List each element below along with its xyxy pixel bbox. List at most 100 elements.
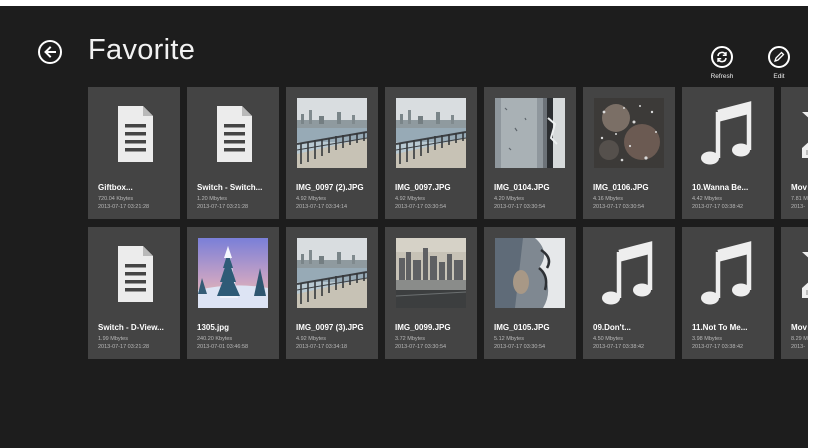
file-meta: 11.Not To Me... 3.98 Mbytes 2013-07-17 03:… [692,323,774,351]
file-date: 2013-07-17 03:38:42 [692,344,744,350]
refresh-icon [717,51,727,63]
photo-thumbnail [297,238,367,308]
file-date: 2013-07-01 03:46:58 [197,344,249,350]
file-tile[interactable]: IMG_0106.JPG 4.16 Mbytes 2013-07-17 03:30:… [583,87,675,219]
file-name: 10.Wanna Be... [692,183,749,192]
document-icon [99,98,169,168]
file-name: Mov [791,183,807,192]
file-meta: Switch - D-View... 1.99 Mbytes 2013-07-17 … [98,323,180,351]
file-tile[interactable]: IMG_0104.JPG 4.20 Mbytes 2013-07-17 03:30:… [484,87,576,219]
file-meta: Switch - Switch... 1.20 Mbytes 2013-07-17 … [197,183,279,211]
file-size: 720.04 Kbytes [98,196,134,202]
edit-button[interactable]: Edit [759,46,799,80]
file-name: IMG_0104.JPG [494,183,550,192]
file-meta: Mov 8.29 M 2013- [791,323,808,351]
file-size: 4.92 Mbytes [395,196,425,202]
refresh-button[interactable]: Refresh [702,46,742,80]
file-size: 5.12 Mbytes [494,336,524,342]
file-name: IMG_0097.JPG [395,183,451,192]
file-meta: IMG_0099.JPG 3.72 Mbytes 2013-07-17 03:30:… [395,323,477,351]
file-name: IMG_0097 (3).JPG [296,323,364,332]
file-name: Mov [791,323,807,332]
file-tile[interactable]: IMG_0105.JPG 5.12 Mbytes 2013-07-17 03:30:… [484,227,576,359]
back-arrow-icon [44,46,56,58]
file-tile[interactable]: Switch - D-View... 1.99 Mbytes 2013-07-17 … [88,227,180,359]
file-tile[interactable]: IMG_0097.JPG 4.92 Mbytes 2013-07-17 03:30:… [385,87,477,219]
file-size: 3.72 Mbytes [395,336,425,342]
file-date: 2013-07-17 03:34:18 [296,344,348,350]
file-date: 2013- [791,204,806,210]
back-button[interactable] [38,40,62,64]
file-date: 2013-07-17 03:30:54 [494,204,546,210]
file-date: 2013-07-17 03:30:54 [395,204,447,210]
file-date: 2013-07-17 03:30:54 [395,344,447,350]
photo-thumbnail [495,98,565,168]
file-size: 4.92 Mbytes [296,196,326,202]
file-size: 4.16 Mbytes [593,196,623,202]
file-name: Giftbox... [98,183,133,192]
file-date: 2013-07-17 03:38:42 [593,344,645,350]
file-date: 2013-07-17 03:21:28 [98,204,150,210]
file-size: 4.50 Mbytes [593,336,623,342]
file-name: IMG_0097 (2).JPG [296,183,364,192]
file-tile[interactable]: Mov 7.81 M 2013- [781,87,808,219]
file-meta: Mov 7.81 M 2013- [791,183,808,211]
file-tile[interactable]: 10.Wanna Be... 4.42 Mbytes 2013-07-17 03:3… [682,87,774,219]
file-name: 11.Not To Me... [692,323,748,332]
file-name: IMG_0106.JPG [593,183,649,192]
file-meta: IMG_0097 (2).JPG 4.92 Mbytes 2013-07-17 03… [296,183,378,211]
edit-label: Edit [773,73,785,80]
file-date: 2013- [791,344,806,350]
file-date: 2013-07-17 03:21:28 [98,344,150,350]
file-meta: 09.Don't... 4.50 Mbytes 2013-07-17 03:38:4… [593,323,675,351]
file-name: 1305.jpg [197,323,230,332]
file-tile[interactable]: 09.Don't... 4.50 Mbytes 2013-07-17 03:38:4… [583,227,675,359]
file-meta: IMG_0104.JPG 4.20 Mbytes 2013-07-17 03:30:… [494,183,576,211]
file-date: 2013-07-17 03:21:28 [197,204,249,210]
file-size: 4.42 Mbytes [692,196,722,202]
file-size: 4.20 Mbytes [494,196,524,202]
file-tile[interactable]: IMG_0099.JPG 3.72 Mbytes 2013-07-17 03:30:… [385,227,477,359]
music-note-icon [693,238,763,308]
music-note-icon [594,238,664,308]
file-meta: Giftbox... 720.04 Kbytes 2013-07-17 03:21:… [98,183,180,211]
file-size: 240.20 Kbytes [197,336,233,342]
app-window: Favorite Refresh Edit Giftbox... 720.04 … [0,6,808,448]
photo-thumbnail [495,238,565,308]
photo-thumbnail [396,238,466,308]
photo-thumbnail [594,98,664,168]
document-icon [99,238,169,308]
page-title: Favorite [88,34,196,66]
file-size: 3.98 Mbytes [692,336,722,342]
photo-thumbnail [198,238,268,308]
file-name: Switch - Switch... [197,183,263,192]
file-meta: IMG_0106.JPG 4.16 Mbytes 2013-07-17 03:30:… [593,183,675,211]
file-date: 2013-07-17 03:38:42 [692,204,744,210]
file-meta: IMG_0097 (3).JPG 4.92 Mbytes 2013-07-17 03… [296,323,378,351]
file-date: 2013-07-17 03:34:14 [296,204,348,210]
file-date: 2013-07-17 03:30:54 [593,204,645,210]
file-tile[interactable]: 11.Not To Me... 3.98 Mbytes 2013-07-17 03:… [682,227,774,359]
file-name: Switch - D-View... [98,323,164,332]
file-tile[interactable]: Giftbox... 720.04 Kbytes 2013-07-17 03:21:… [88,87,180,219]
file-tile[interactable]: 1305.jpg 240.20 Kbytes 2013-07-01 03:46:58 [187,227,279,359]
file-meta: 10.Wanna Be... 4.42 Mbytes 2013-07-17 03:3… [692,183,774,211]
file-meta: IMG_0105.JPG 5.12 Mbytes 2013-07-17 03:30:… [494,323,576,351]
photo-thumbnail [297,98,367,168]
file-name: IMG_0105.JPG [494,323,550,332]
file-size: 1.20 Mbytes [197,196,227,202]
file-tile[interactable]: Mov 8.29 M 2013- [781,227,808,359]
file-tile[interactable]: Switch - Switch... 1.20 Mbytes 2013-07-17 … [187,87,279,219]
refresh-label: Refresh [710,73,734,80]
file-tile[interactable]: IMG_0097 (2).JPG 4.92 Mbytes 2013-07-17 03… [286,87,378,219]
file-size: 8.29 M [791,336,808,342]
video-icon [792,238,808,308]
pencil-icon [773,51,785,63]
file-size: 4.92 Mbytes [296,336,326,342]
file-tile[interactable]: IMG_0097 (3).JPG 4.92 Mbytes 2013-07-17 03… [286,227,378,359]
photo-thumbnail [396,98,466,168]
file-size: 7.81 M [791,196,808,202]
file-name: IMG_0099.JPG [395,323,451,332]
file-meta: IMG_0097.JPG 4.92 Mbytes 2013-07-17 03:30:… [395,183,477,211]
file-name: 09.Don't... [593,323,631,332]
